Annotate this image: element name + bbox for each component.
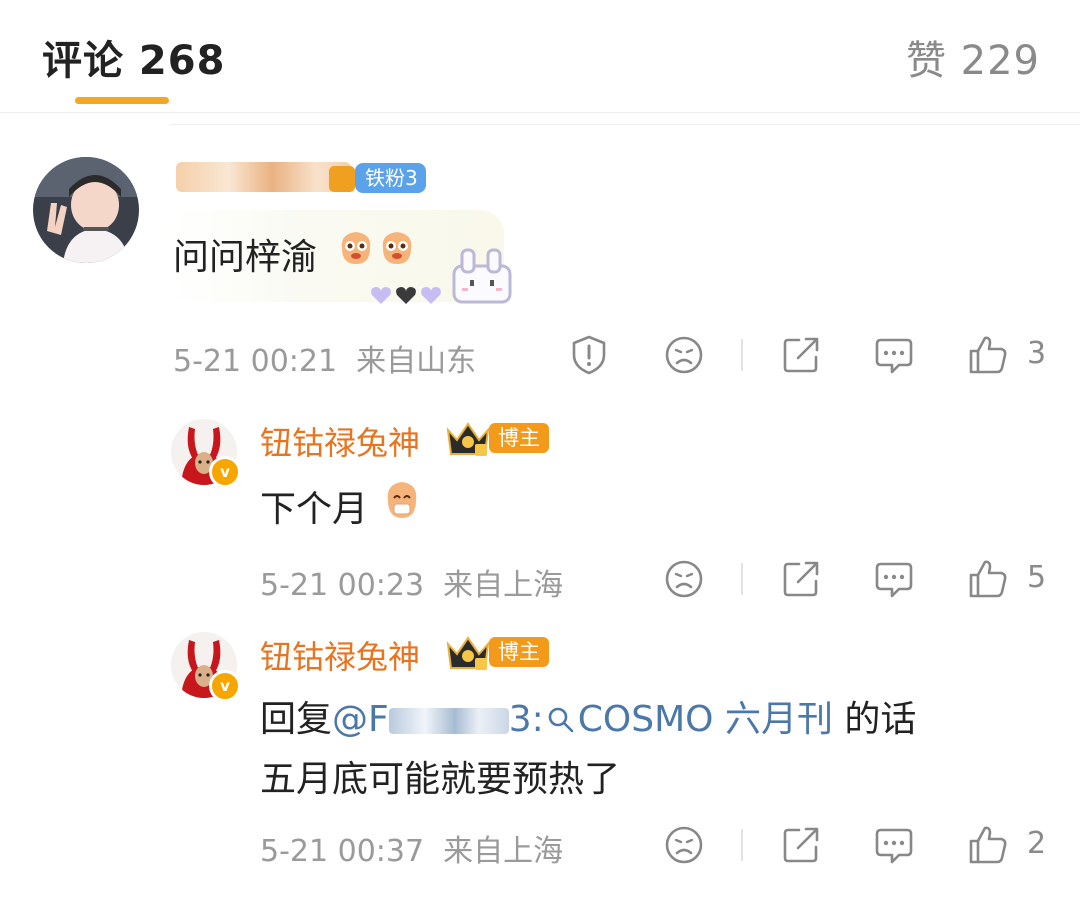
host-badge: 博主 <box>489 423 549 453</box>
fan-badge: 铁粉3 <box>355 163 426 193</box>
username[interactable]: 钮钴禄兔神 <box>260 632 420 678</box>
username[interactable]: 钮钴禄兔神 <box>260 418 420 464</box>
emoji-icon <box>387 482 417 518</box>
crown-icon <box>446 422 490 456</box>
mention-link[interactable]: @F 3: <box>332 699 544 740</box>
like-icon[interactable] <box>966 557 1010 601</box>
comment-icon[interactable] <box>872 557 916 601</box>
host-badge: 博主 <box>489 637 549 667</box>
topic-link[interactable]: COSMO 六月刊 <box>544 699 833 740</box>
comment-tabs: 评论 268 赞 229 <box>0 0 1080 113</box>
comment-timestamp: 5-21 00:21 来自山东 <box>173 344 477 379</box>
action-divider <box>741 563 743 595</box>
laugh-emoji-icon <box>382 232 412 264</box>
dislike-icon[interactable] <box>662 823 706 867</box>
share-icon[interactable] <box>779 557 823 601</box>
reply-timestamp: 5-21 00:23 来自上海 <box>260 568 564 603</box>
tab-comments[interactable]: 评论 268 <box>42 28 225 86</box>
avatar[interactable] <box>33 157 139 263</box>
share-icon[interactable] <box>779 823 823 867</box>
username-redacted[interactable] <box>176 162 351 192</box>
like-count: 3 <box>1027 336 1047 371</box>
reply-text-line1: 回复@F 3: COSMO 六月刊 的话 <box>260 699 917 740</box>
search-icon <box>548 707 574 733</box>
action-divider <box>741 829 743 861</box>
fan-level-icon <box>329 166 355 192</box>
comment-icon[interactable] <box>872 333 916 377</box>
heart-icon <box>371 287 441 304</box>
verified-icon: v <box>209 456 241 488</box>
dislike-icon[interactable] <box>662 333 706 377</box>
bunny-sticker-icon <box>452 248 512 304</box>
comment-icon[interactable] <box>872 823 916 867</box>
report-icon[interactable] <box>567 333 611 377</box>
reply-text: 下个月 <box>260 489 369 530</box>
divider <box>170 124 1080 125</box>
comment-text: 问问梓渝 <box>173 237 318 278</box>
verified-icon: v <box>209 670 241 702</box>
reply-timestamp: 5-21 00:37 来自上海 <box>260 834 564 869</box>
crown-icon <box>446 636 490 670</box>
like-icon[interactable] <box>966 823 1010 867</box>
laugh-emoji-icon <box>341 232 371 264</box>
dislike-icon[interactable] <box>662 557 706 601</box>
like-count: 5 <box>1027 560 1047 595</box>
like-icon[interactable] <box>966 333 1010 377</box>
share-icon[interactable] <box>779 333 823 377</box>
tab-likes[interactable]: 赞 229 <box>906 28 1040 86</box>
action-divider <box>741 339 743 371</box>
reply-text-line2: 五月底可能就要预热了 <box>260 759 621 800</box>
active-tab-indicator <box>75 97 169 104</box>
like-count: 2 <box>1027 826 1047 861</box>
